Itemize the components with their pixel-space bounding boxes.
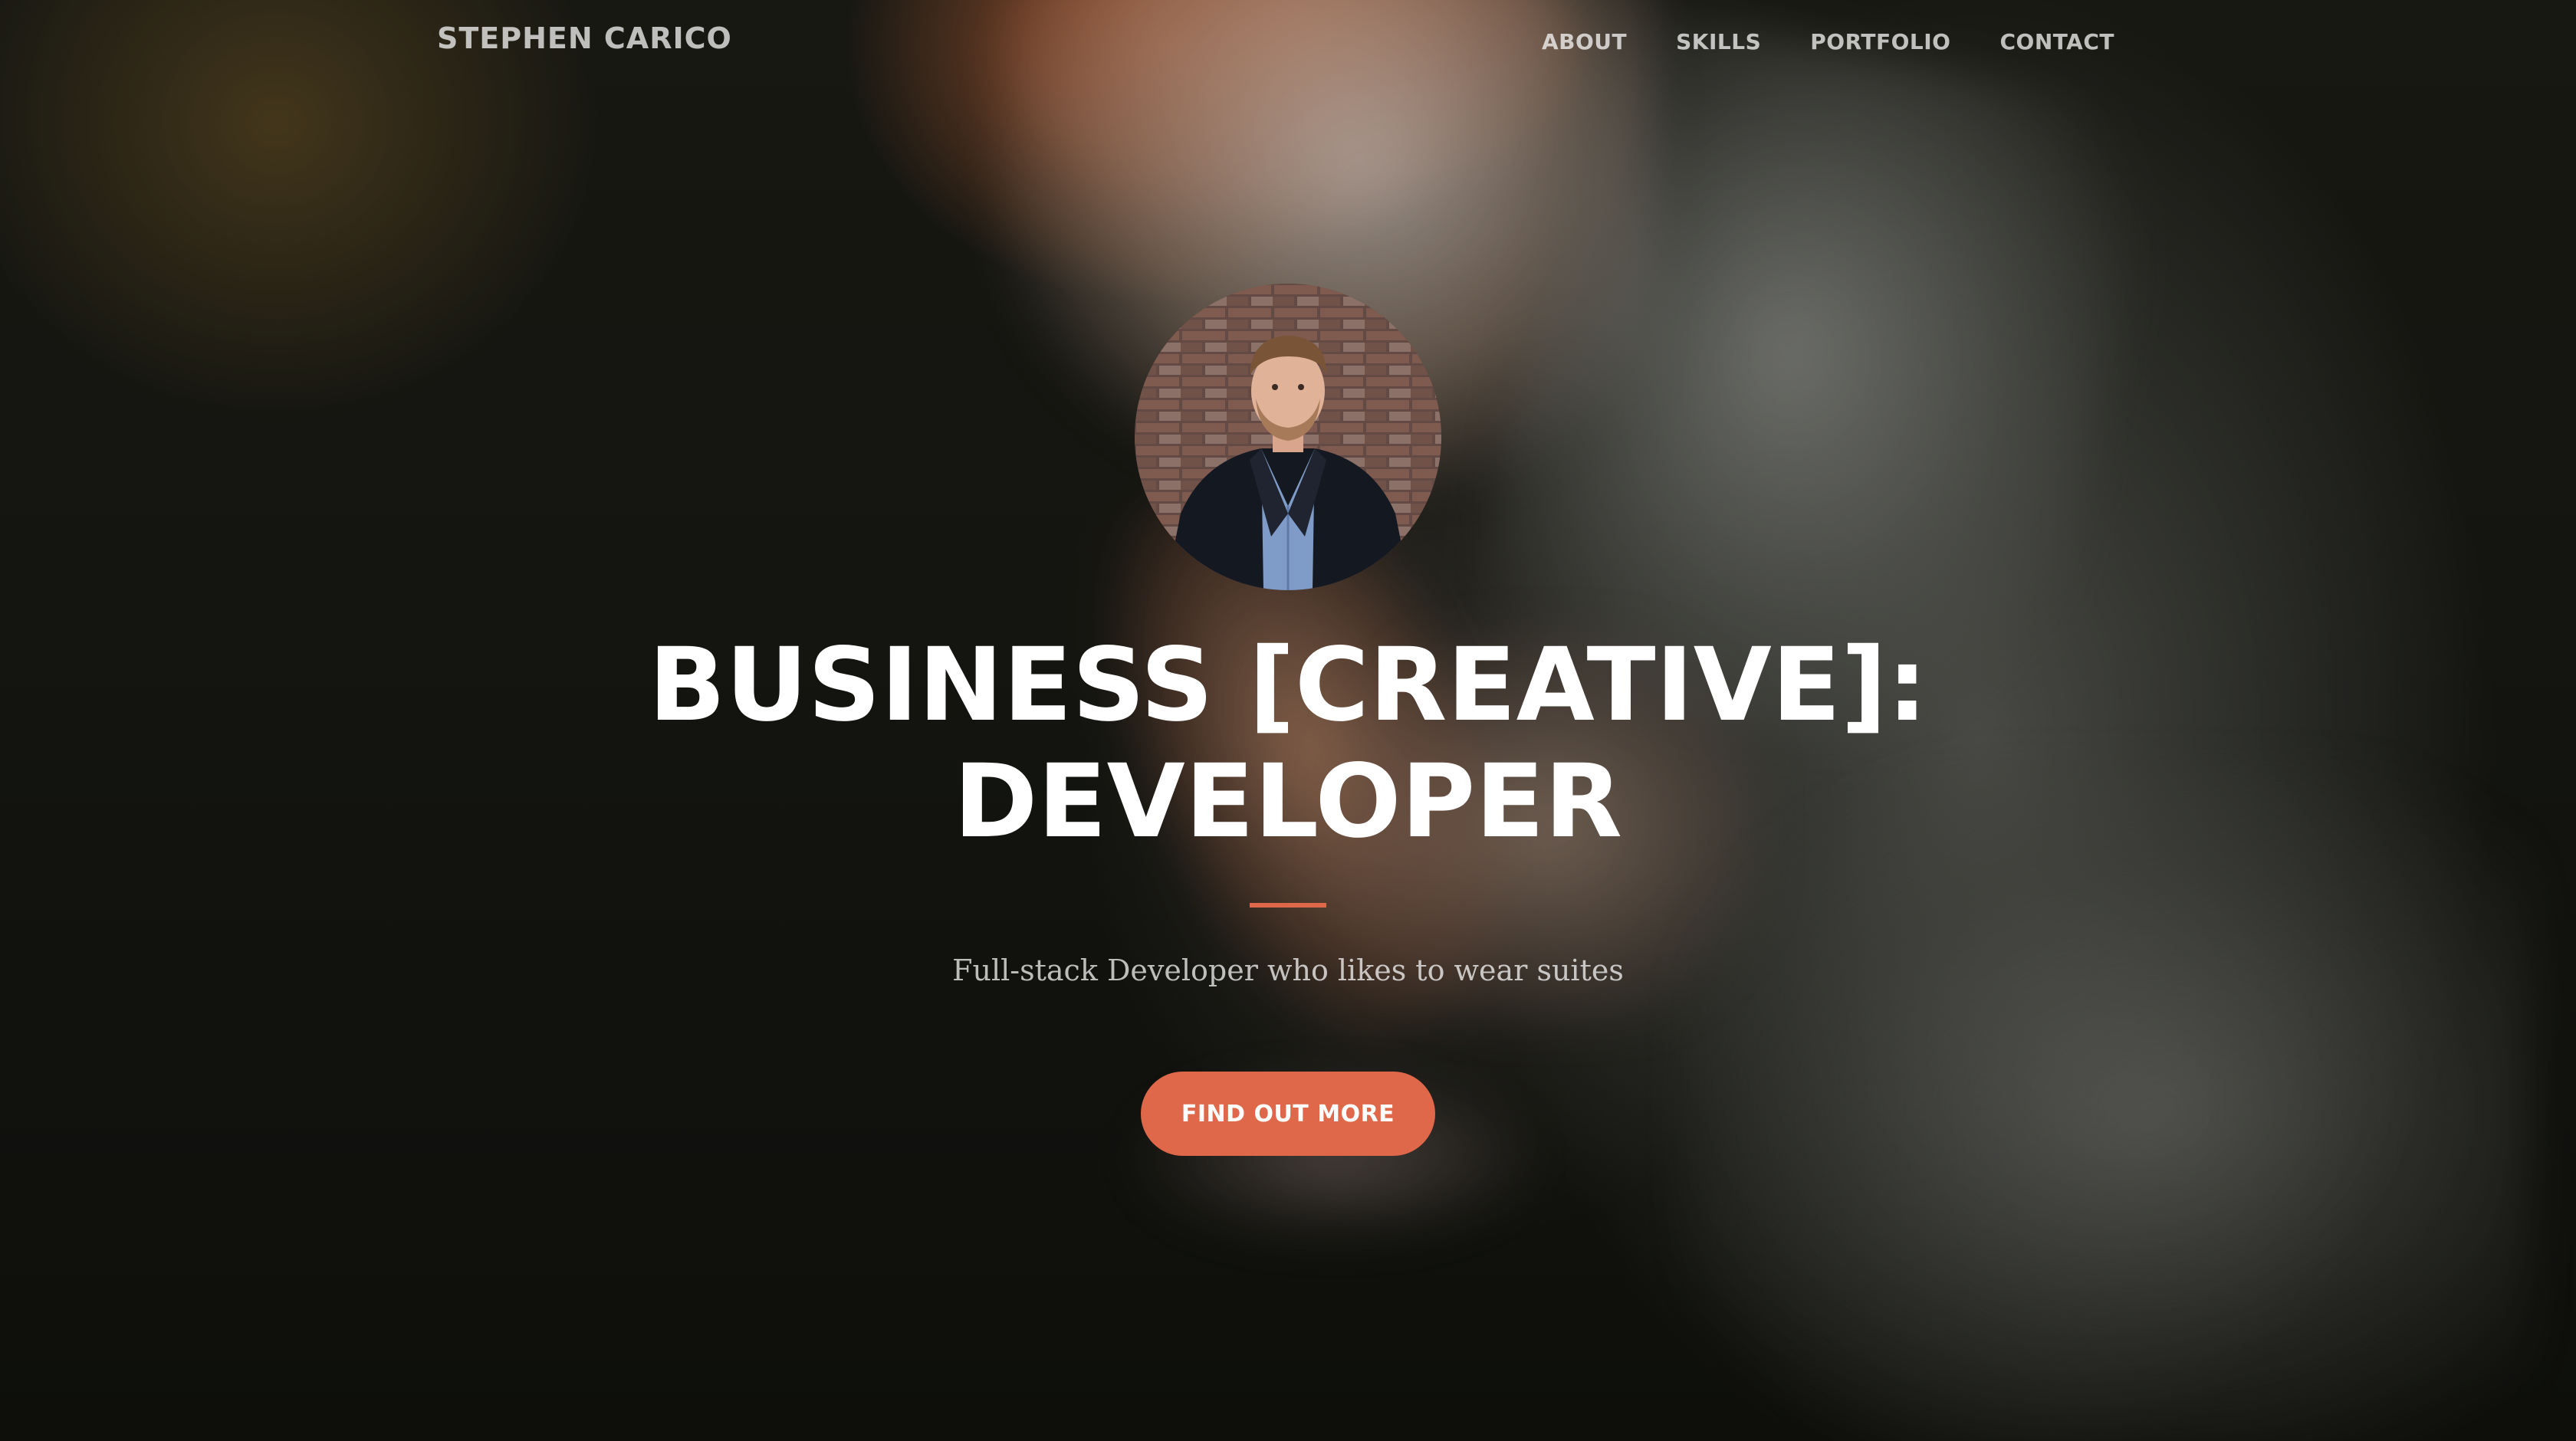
hero-subtitle: Full-stack Developer who likes to wear s… <box>952 954 1624 987</box>
profile-photo <box>1135 284 1441 590</box>
nav-link-skills[interactable]: SKILLS <box>1676 29 1761 54</box>
nav-link-about[interactable]: ABOUT <box>1542 29 1627 54</box>
hero-headline: BUSINESS [CREATIVE]: DEVELOPER <box>521 627 2055 860</box>
profile-avatar <box>1135 284 1441 590</box>
brand-logo-link[interactable]: STEPHEN CARICO <box>437 21 732 55</box>
nav-link-contact[interactable]: CONTACT <box>1999 29 2114 54</box>
find-out-more-button[interactable]: FIND OUT MORE <box>1141 1072 1435 1156</box>
main-nav: ABOUT SKILLS PORTFOLIO CONTACT <box>1542 29 2114 54</box>
headline-line-1: BUSINESS [CREATIVE]: <box>648 626 1928 744</box>
nav-link-portfolio[interactable]: PORTFOLIO <box>1810 29 1950 54</box>
accent-divider <box>1250 903 1326 908</box>
headline-line-2: DEVELOPER <box>953 743 1623 861</box>
